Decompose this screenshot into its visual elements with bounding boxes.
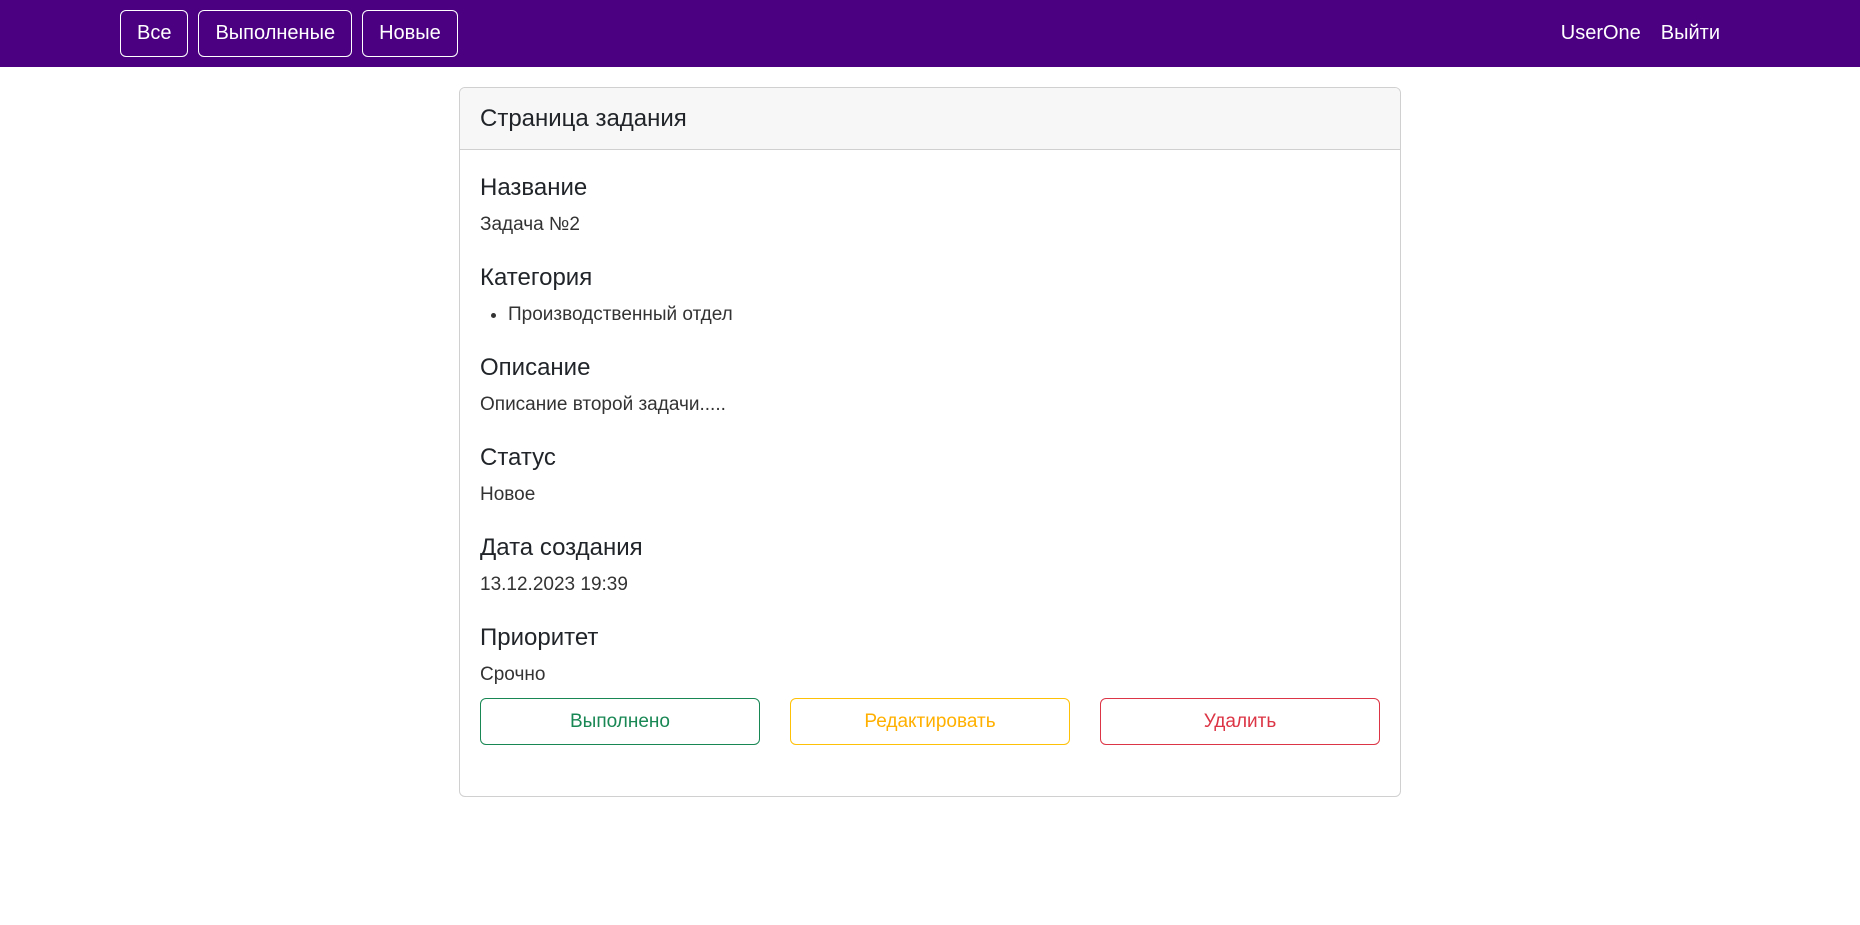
mark-done-button[interactable]: Выполнено [480,698,760,745]
priority-value: Срочно [480,664,546,685]
filter-new-button[interactable]: Новые [362,10,458,57]
description-label: Описание [480,354,591,381]
priority-label: Приоритет [480,624,599,651]
edit-button[interactable]: Редактировать [790,698,1070,745]
task-actions: Выполнено Редактировать Удалить [480,698,1380,745]
top-navbar: Все Выполненые Новые UserOne Выйти [0,0,1860,67]
delete-button[interactable]: Удалить [1100,698,1380,745]
name-value: Задача №2 [480,214,580,235]
card-title: Страница задания [460,88,1400,150]
filter-group: Все Выполненые Новые [120,10,458,57]
category-label: Категория [480,264,593,291]
created-date-value: 13.12.2023 19:39 [480,574,628,595]
logout-link[interactable]: Выйти [1661,22,1720,45]
status-value: Новое [480,484,536,505]
filter-all-button[interactable]: Все [120,10,189,57]
card-body: Название Задача №2 Категория Производств… [460,150,1400,745]
status-label: Статус [480,444,556,471]
task-card: Страница задания Название Задача №2 Кате… [459,87,1401,797]
name-label: Название [480,174,588,201]
filter-completed-button[interactable]: Выполненые [198,10,353,57]
created-date-label: Дата создания [480,534,643,561]
user-menu: UserOne Выйти [1561,0,1720,67]
description-value: Описание второй задачи..... [480,394,726,415]
username-link[interactable]: UserOne [1561,22,1641,45]
category-item: Производственный отдел [508,302,1380,328]
category-list: Производственный отдел [480,302,1380,328]
